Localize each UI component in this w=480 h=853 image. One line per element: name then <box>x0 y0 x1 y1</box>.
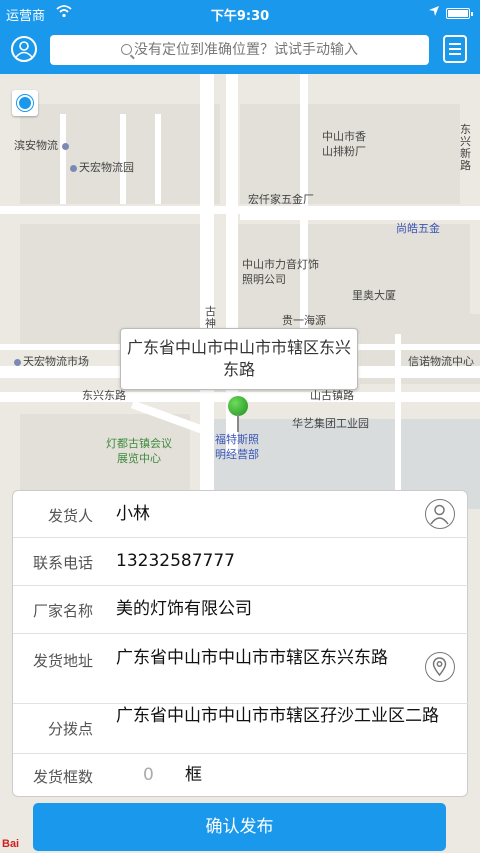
address-row: 发货地址 广东省中山市中山市市辖区东兴东路 <box>13 634 469 704</box>
sender-row: 发货人 小林 <box>13 491 469 538</box>
confirm-publish-button[interactable]: 确认发布 <box>33 803 446 851</box>
battery-icon <box>446 8 473 19</box>
map-label: 中山市力音灯饰照明公司 <box>242 258 319 286</box>
phone-row: 联系电话 13232587777 <box>13 538 469 586</box>
poi-icon <box>14 359 21 366</box>
user-profile-button[interactable] <box>11 36 37 62</box>
search-placeholder: 没有定位到准确位置？试试手动输入 <box>134 42 358 58</box>
map-label: 古神 <box>205 305 216 330</box>
poi-icon <box>61 143 69 150</box>
list-line-icon <box>449 48 461 50</box>
map-road <box>395 334 401 514</box>
count-input[interactable]: 0 <box>143 764 154 787</box>
search-icon <box>121 44 132 55</box>
locate-me-button[interactable] <box>12 90 38 116</box>
sender-label: 发货人 <box>47 507 93 525</box>
map-block <box>20 224 210 344</box>
search-input[interactable]: 没有定位到准确位置？试试手动输入 <box>50 35 429 65</box>
location-pin-icon[interactable] <box>228 396 248 432</box>
distribution-label: 分拨点 <box>47 720 93 738</box>
map-label: 东兴新路 <box>460 123 471 172</box>
status-time: 下午9:30 <box>210 9 270 24</box>
order-list-button[interactable] <box>443 35 467 63</box>
map-label: 滨安物流 <box>14 137 71 153</box>
poi-icon <box>70 165 77 172</box>
count-label: 发货框数 <box>32 768 93 786</box>
phone-field[interactable]: 13232587777 <box>116 550 235 573</box>
phone-label: 联系电话 <box>32 554 93 572</box>
map-road <box>0 206 480 214</box>
factory-label: 厂家名称 <box>32 602 93 620</box>
count-row: 发货框数 0 框 <box>13 754 469 798</box>
map-label: 灯都古镇会议展览中心 <box>106 437 172 465</box>
map-label: 贵一海源 <box>282 314 326 327</box>
map-label: 天宏物流园 <box>70 159 134 175</box>
list-line-icon <box>449 53 461 55</box>
shipment-form: 发货人 小林 联系电话 13232587777 厂家名称 美的灯饰有限公司 发货… <box>12 490 469 798</box>
map-road <box>60 114 66 204</box>
address-label: 发货地址 <box>32 652 93 670</box>
map-road <box>240 214 480 220</box>
header-bar: 没有定位到准确位置？试试手动输入 <box>0 26 480 74</box>
distribution-row: 分拨点 广东省中山市中山市市辖区孖沙工业区二路 <box>13 704 469 754</box>
baidu-logo: Bai <box>2 838 20 850</box>
location-picker-icon[interactable] <box>425 652 455 682</box>
address-field[interactable]: 广东省中山市中山市市辖区东兴东路 <box>116 647 406 670</box>
sender-field[interactable]: 小林 <box>116 503 150 526</box>
map-label: 东兴东路 <box>82 389 126 402</box>
map-label: 宏仟家五金厂 <box>248 193 314 206</box>
location-arrow-icon <box>429 6 439 16</box>
factory-field[interactable]: 美的灯饰有限公司 <box>116 598 252 621</box>
address-callout: 广东省中山市中山市市辖区东兴东路 <box>120 328 358 390</box>
map-label: 信诺物流中心 <box>408 355 474 368</box>
map-label: 华艺集团工业园 <box>292 417 369 430</box>
distribution-field[interactable]: 广东省中山市中山市市辖区孖沙工业区二路 <box>116 705 461 728</box>
map-label: 里奥大厦 <box>352 289 396 302</box>
map-label: 中山市香山排粉厂 <box>322 130 366 158</box>
map-road <box>155 114 161 204</box>
list-line-icon <box>449 43 461 45</box>
count-unit: 框 <box>185 765 202 785</box>
map-label: 天宏物流市场 <box>14 353 89 369</box>
map-label: 福特斯照明经营部 <box>215 433 259 461</box>
map-label: 尚皓五金 <box>396 222 440 235</box>
user-icon <box>15 41 33 58</box>
contact-picker-icon[interactable] <box>425 499 455 529</box>
status-bar: 运营商 下午9:30 <box>0 0 480 26</box>
factory-row: 厂家名称 美的灯饰有限公司 <box>13 586 469 634</box>
